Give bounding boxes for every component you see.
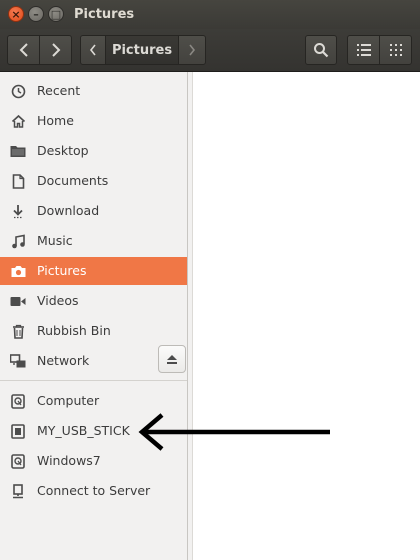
minimize-window-button[interactable]: – bbox=[28, 6, 44, 22]
forward-button[interactable] bbox=[39, 35, 72, 65]
folder-icon bbox=[10, 143, 26, 159]
sidebar-item-label: Music bbox=[37, 233, 73, 248]
drive-icon bbox=[10, 453, 26, 469]
list-view-icon bbox=[356, 44, 371, 56]
sidebar-item-pictures[interactable]: Pictures bbox=[0, 257, 187, 285]
eject-icon bbox=[167, 354, 177, 364]
download-icon bbox=[10, 203, 26, 219]
clock-icon bbox=[10, 83, 26, 99]
title-bar[interactable]: × – □ Pictures bbox=[0, 0, 420, 29]
sidebar-item-label: Documents bbox=[37, 173, 109, 188]
maximize-window-button[interactable]: □ bbox=[48, 6, 64, 22]
path-bar-current-folder[interactable]: Pictures bbox=[105, 35, 179, 65]
chevron-right-icon bbox=[51, 43, 60, 57]
sidebar-item-label: Network bbox=[37, 353, 90, 368]
sidebar-item-label: Home bbox=[37, 113, 74, 128]
header-toolbar: Pictures bbox=[0, 29, 420, 72]
trash-icon bbox=[10, 323, 26, 339]
sidebar-separator bbox=[0, 380, 187, 381]
sidebar-item-connect-to-server[interactable]: Connect to Server bbox=[0, 477, 187, 505]
grid-view-button[interactable] bbox=[379, 35, 412, 65]
usb-drive-icon bbox=[10, 423, 26, 439]
network-icon bbox=[10, 353, 26, 369]
file-view-area[interactable] bbox=[193, 72, 420, 560]
chevron-right-icon bbox=[189, 44, 196, 56]
close-window-button[interactable]: × bbox=[8, 6, 24, 22]
sidebar-item-rubbish-bin[interactable]: Rubbish Bin bbox=[0, 317, 187, 345]
grid-view-icon bbox=[389, 44, 402, 56]
sidebar-item-videos[interactable]: Videos bbox=[0, 287, 187, 315]
camera-icon bbox=[10, 263, 26, 279]
sidebar-item-music[interactable]: Music bbox=[0, 227, 187, 255]
home-icon bbox=[10, 113, 26, 129]
sidebar-item-computer[interactable]: Computer bbox=[0, 387, 187, 415]
sidebar-item-recent[interactable]: Recent bbox=[0, 77, 187, 105]
sidebar-item-download[interactable]: Download bbox=[0, 197, 187, 225]
back-button[interactable] bbox=[7, 35, 40, 65]
sidebar-item-label: Rubbish Bin bbox=[37, 323, 111, 338]
annotation-arrow bbox=[138, 413, 330, 451]
sidebar-item-label: Download bbox=[37, 203, 100, 218]
chevron-left-icon bbox=[19, 43, 28, 57]
list-view-button[interactable] bbox=[347, 35, 380, 65]
sidebar-item-label: Windows7 bbox=[37, 453, 101, 468]
sidebar-item-label: Connect to Server bbox=[37, 483, 151, 498]
sidebar-item-documents[interactable]: Documents bbox=[0, 167, 187, 195]
sidebar-item-label: Videos bbox=[37, 293, 79, 308]
search-icon bbox=[314, 43, 329, 58]
sidebar-item-label: Computer bbox=[37, 393, 100, 408]
window-title: Pictures bbox=[74, 7, 135, 22]
sidebar-item-desktop[interactable]: Desktop bbox=[0, 137, 187, 165]
eject-button[interactable] bbox=[158, 345, 186, 373]
sidebar: Recent Home Desktop Documents Download M… bbox=[0, 72, 188, 560]
music-icon bbox=[10, 233, 26, 249]
sidebar-item-label: MY_USB_STICK bbox=[37, 423, 130, 438]
sidebar-item-label: Recent bbox=[37, 83, 81, 98]
sidebar-item-home[interactable]: Home bbox=[0, 107, 187, 135]
search-button[interactable] bbox=[305, 35, 337, 65]
server-icon bbox=[10, 483, 26, 499]
drive-icon bbox=[10, 393, 26, 409]
chevron-left-icon bbox=[89, 44, 96, 56]
sidebar-item-label: Pictures bbox=[37, 263, 87, 278]
path-bar-label: Pictures bbox=[111, 42, 173, 58]
document-icon bbox=[10, 173, 26, 189]
path-scroll-right-button[interactable] bbox=[178, 35, 206, 65]
sidebar-item-label: Desktop bbox=[37, 143, 89, 158]
path-scroll-left-button[interactable] bbox=[80, 35, 106, 65]
file-manager-window: × – □ Pictures Pictures Recent Home Desk… bbox=[0, 0, 420, 560]
video-icon bbox=[10, 293, 26, 309]
